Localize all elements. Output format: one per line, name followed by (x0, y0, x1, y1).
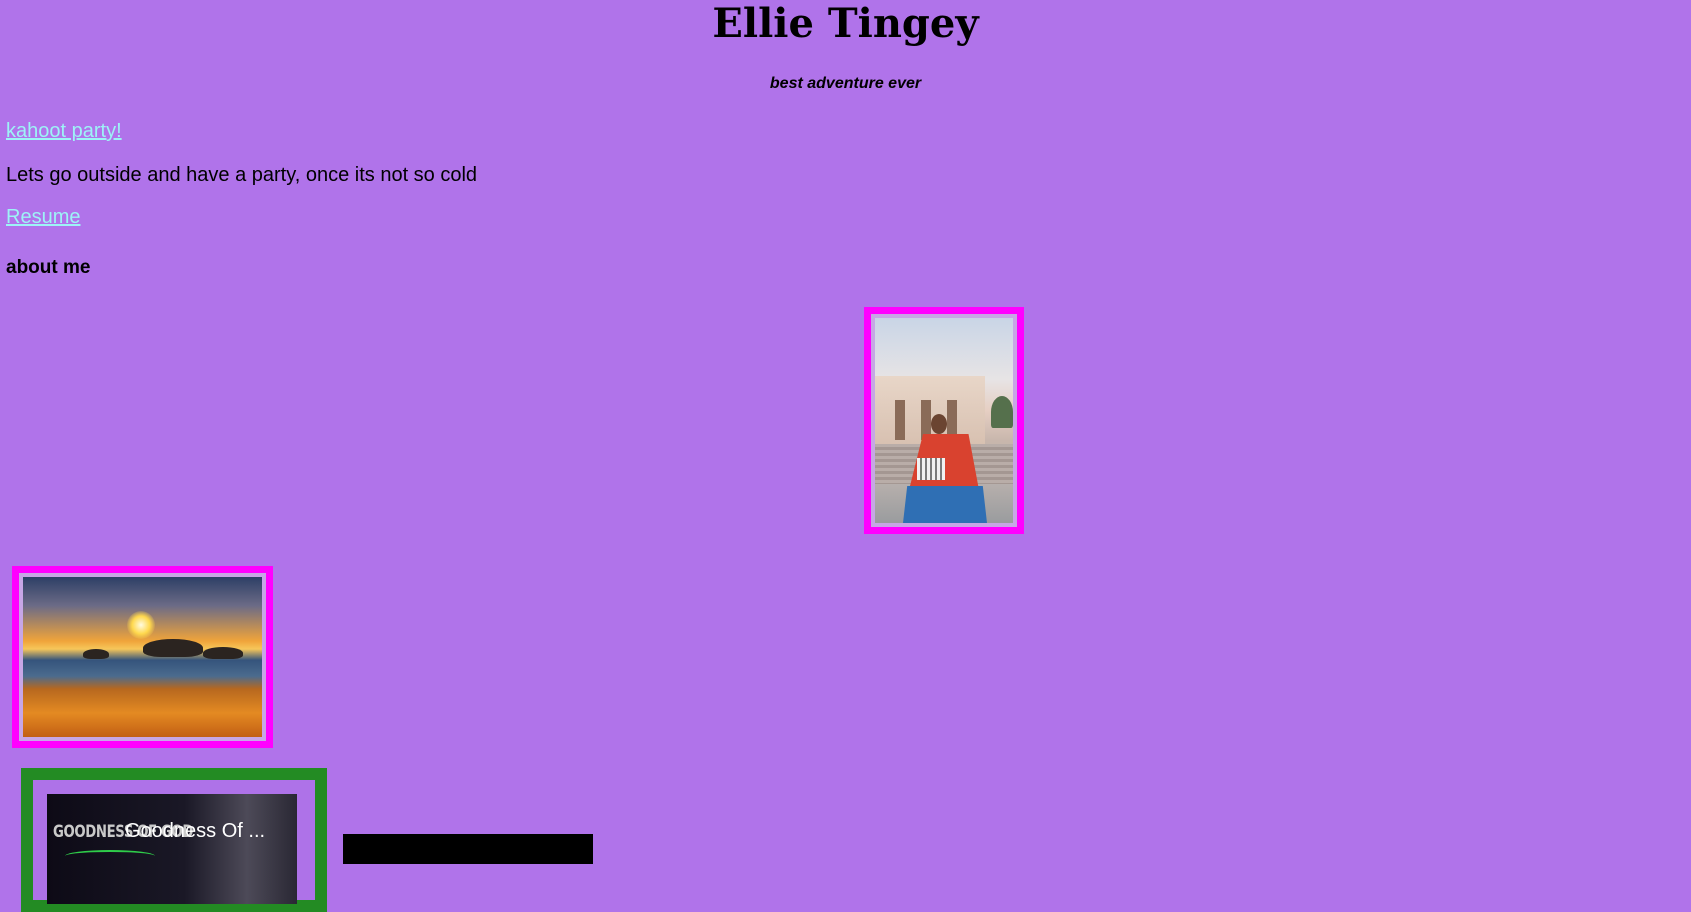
sunset-photo (23, 577, 262, 737)
person (931, 414, 947, 434)
kahoot-party-link[interactable]: kahoot party! (6, 119, 122, 143)
portrait-photo (875, 318, 1013, 523)
rock (203, 647, 243, 659)
sunset-image-frame (12, 566, 273, 748)
video-embed[interactable]: GOODNESS OF GOD Goodness Of ... (21, 768, 327, 912)
tree (991, 396, 1013, 428)
embedded-media-block[interactable] (343, 834, 593, 864)
sun (127, 611, 155, 639)
tagline: best adventure ever (769, 75, 922, 92)
resume-link[interactable]: Resume (6, 205, 80, 229)
page-title: Ellie Tingey (712, 0, 979, 47)
video-thumbnail[interactable]: GOODNESS OF GOD Goodness Of ... (47, 794, 297, 904)
portrait-image-frame (864, 307, 1024, 534)
rock (83, 649, 109, 659)
rock (143, 639, 203, 657)
about-me-heading: about me (6, 257, 91, 278)
video-title[interactable]: Goodness Of ... (125, 820, 265, 843)
video-thumbnail-script (65, 850, 155, 862)
party-description: Lets go outside and have a party, once i… (6, 164, 478, 186)
